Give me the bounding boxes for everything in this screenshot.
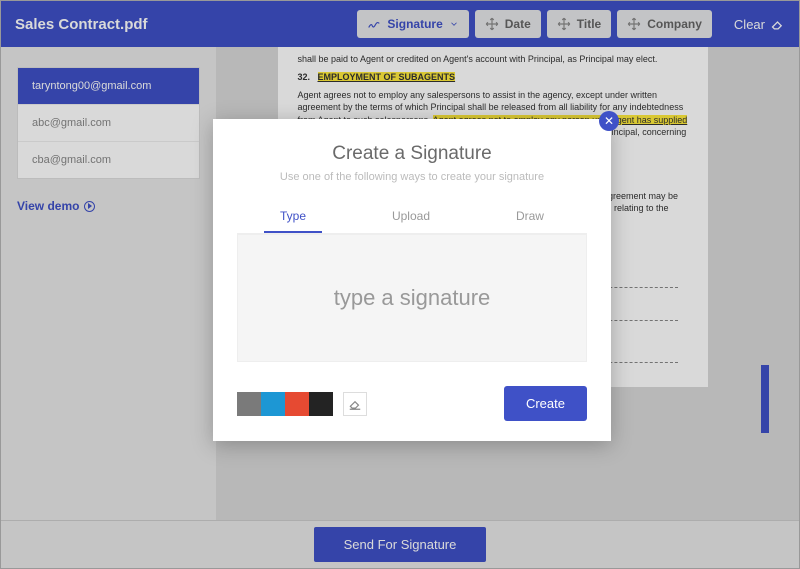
create-button[interactable]: Create bbox=[504, 386, 587, 421]
color-swatch-gray[interactable] bbox=[237, 392, 261, 416]
modal-footer: Create bbox=[237, 386, 587, 421]
tab-upload[interactable]: Upload bbox=[376, 201, 446, 233]
color-swatch-red[interactable] bbox=[285, 392, 309, 416]
eraser-icon[interactable] bbox=[343, 392, 367, 416]
modal-title: Create a Signature bbox=[237, 143, 587, 165]
close-icon[interactable]: ✕ bbox=[599, 111, 619, 131]
signature-method-tabs: Type Upload Draw bbox=[237, 201, 587, 234]
color-swatch-blue[interactable] bbox=[261, 392, 285, 416]
tab-type[interactable]: Type bbox=[264, 201, 322, 233]
tab-draw[interactable]: Draw bbox=[500, 201, 560, 233]
modal-subtitle: Use one of the following ways to create … bbox=[237, 171, 587, 183]
create-signature-modal: ✕ Create a Signature Use one of the foll… bbox=[213, 119, 611, 441]
signature-canvas bbox=[237, 234, 587, 362]
signature-input[interactable] bbox=[238, 285, 586, 311]
color-swatch-black[interactable] bbox=[309, 392, 333, 416]
color-swatches bbox=[237, 392, 367, 416]
